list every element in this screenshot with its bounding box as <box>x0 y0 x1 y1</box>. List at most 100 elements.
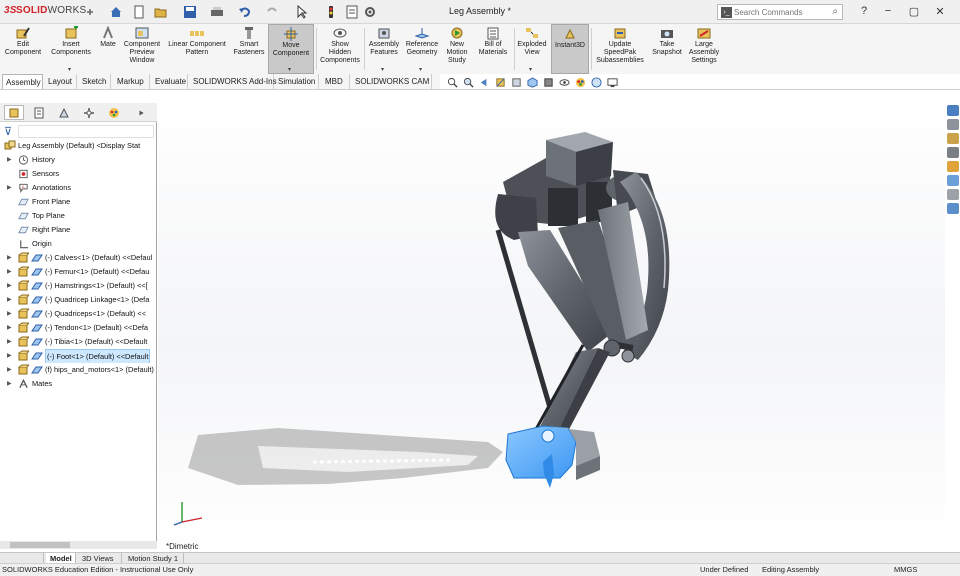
maximize-button[interactable]: ▢ <box>906 3 922 19</box>
expand-arrow-icon[interactable]: ▶ <box>7 363 12 377</box>
panel-horizontal-scrollbar[interactable] <box>0 541 157 549</box>
expand-arrow-icon[interactable]: ▶ <box>7 279 12 293</box>
previous-view-icon[interactable] <box>479 76 490 89</box>
tree-item-right-plane[interactable]: Right Plane <box>0 223 157 237</box>
redo-icon[interactable] <box>264 4 280 20</box>
propertymanager-tab-icon[interactable] <box>29 105 49 120</box>
tree-item-component[interactable]: ▶ (-) Tendon<1> (Default) <<Defa <box>0 321 157 335</box>
tree-item-mates[interactable]: ▶ Mates <box>0 377 157 391</box>
tree-item-front-plane[interactable]: Front Plane <box>0 195 157 209</box>
solidworks-resources-icon[interactable] <box>947 105 959 116</box>
dropdown-arrow-icon[interactable]: ▾ <box>419 66 422 73</box>
tree-item-component[interactable]: ▶ (f) hips_and_motors<1> (Default) <box>0 363 157 377</box>
dropdown-arrow-icon[interactable]: ▾ <box>381 66 384 73</box>
tree-item-component[interactable]: ▶ (-) Quadriceps<1> (Default) << <box>0 307 157 321</box>
view-orientation-icon[interactable] <box>527 76 538 89</box>
file-explorer-icon[interactable] <box>947 133 959 144</box>
task-pane-extra-icon[interactable] <box>947 203 959 214</box>
new-document-icon[interactable] <box>131 4 147 20</box>
search-icon[interactable]: ⌕ <box>832 6 838 17</box>
close-button[interactable]: ✕ <box>932 3 948 19</box>
zoom-to-fit-icon[interactable] <box>447 76 458 89</box>
select-icon[interactable] <box>294 4 310 20</box>
mate-button[interactable]: Mate <box>96 24 120 74</box>
tree-item-sensors[interactable]: Sensors <box>0 167 157 181</box>
tree-item-top-plane[interactable]: Top Plane <box>0 209 157 223</box>
search-input[interactable] <box>734 6 824 18</box>
more-tabs-arrow-icon[interactable] <box>131 105 153 120</box>
view-settings-icon[interactable] <box>607 76 618 89</box>
display-style-icon[interactable] <box>543 76 554 89</box>
expand-arrow-icon[interactable]: ▶ <box>7 293 12 307</box>
appearances-icon[interactable] <box>947 161 959 172</box>
tree-item-component[interactable]: ▶ (-) Tibia<1> (Default) <<Default <box>0 335 157 349</box>
expand-arrow-icon[interactable]: ▶ <box>7 265 12 279</box>
scrollbar-thumb[interactable] <box>10 542 70 548</box>
zoom-to-area-icon[interactable] <box>463 76 474 89</box>
dropdown-arrow-icon[interactable]: ▾ <box>529 66 532 73</box>
undo-icon[interactable] <box>237 4 253 20</box>
expand-arrow-icon[interactable]: ▶ <box>7 321 12 335</box>
tree-item-component[interactable]: ▶ (-) Quadricep Linkage<1> (Defa <box>0 293 157 307</box>
design-library-icon[interactable] <box>947 119 959 130</box>
expand-arrow-icon[interactable]: ▶ <box>7 307 12 321</box>
smart-fasteners-button[interactable]: Smart Fasteners <box>232 24 266 74</box>
update-speedpak-button[interactable]: Update SpeedPak Subassemblies <box>593 24 647 74</box>
file-properties-icon[interactable] <box>344 4 360 20</box>
apply-scene-icon[interactable] <box>591 76 602 89</box>
minimize-button[interactable]: − <box>880 3 896 19</box>
tab-sketch[interactable]: Sketch <box>79 74 111 89</box>
featuremanager-tab-icon[interactable] <box>4 105 24 120</box>
component-preview-window-button[interactable]: Component Preview Window <box>121 24 163 74</box>
tree-filter-input[interactable] <box>18 125 154 138</box>
tab-mbd[interactable]: MBD <box>322 74 350 89</box>
options-icon[interactable] <box>362 4 378 20</box>
hide-show-items-icon[interactable] <box>559 76 570 89</box>
tab-simulation[interactable]: Simulation <box>275 74 319 89</box>
rebuild-icon[interactable] <box>323 4 339 20</box>
solidworks-logo[interactable]: 3SSOLIDWORKS <box>4 5 86 16</box>
displaymanager-tab-icon[interactable] <box>104 105 124 120</box>
print-icon[interactable] <box>209 4 225 20</box>
tree-item-component[interactable]: ▶ (-) Femur<1> (Default) <<Defau <box>0 265 157 279</box>
take-snapshot-button[interactable]: Take Snapshot <box>649 24 685 74</box>
search-commands[interactable]: ›_ ⌕ <box>717 4 843 20</box>
dynamic-annotation-icon[interactable] <box>511 76 522 89</box>
tab-markup[interactable]: Markup <box>114 74 150 89</box>
help-button[interactable]: ? <box>856 3 872 19</box>
filter-icon[interactable]: ⊽ <box>4 125 12 138</box>
expand-arrow-icon[interactable]: ▶ <box>7 377 12 391</box>
tree-item-component[interactable]: ▶ (-) Calves<1> (Default) <<Defaul <box>0 251 157 265</box>
tree-item-component[interactable]: ▶ (-) Hamstrings<1> (Default) <<[ <box>0 279 157 293</box>
new-motion-study-button[interactable]: New Motion Study <box>442 24 472 74</box>
status-units[interactable]: MMGS <box>894 564 917 576</box>
edit-component-button[interactable]: Edit Component <box>4 24 42 74</box>
tab-solidworks-add-ins[interactable]: SOLIDWORKS Add-Ins <box>190 74 277 89</box>
custom-properties-icon[interactable] <box>947 175 959 186</box>
expand-arrow-icon[interactable]: ▶ <box>7 349 12 363</box>
pin-icon[interactable] <box>82 4 98 20</box>
edit-appearance-icon[interactable] <box>575 76 586 89</box>
show-hidden-components-button[interactable]: Show Hidden Components <box>318 24 362 74</box>
dropdown-arrow-icon[interactable]: ▾ <box>288 66 291 73</box>
tree-item-component[interactable]: ▶ (-) Foot<1> (Default) <<Default <box>0 349 157 363</box>
expand-arrow-icon[interactable]: ▶ <box>7 153 12 167</box>
home-icon[interactable] <box>108 4 124 20</box>
expand-arrow-icon[interactable]: ▶ <box>7 181 12 195</box>
tab-assembly[interactable]: Assembly <box>2 74 43 89</box>
view-palette-icon[interactable] <box>947 147 959 158</box>
tree-root[interactable]: Leg Assembly (Default) <Display Stat <box>0 139 157 153</box>
expand-arrow-icon[interactable]: ▶ <box>7 335 12 349</box>
tab-solidworks-cam[interactable]: SOLIDWORKS CAM <box>352 74 432 89</box>
large-assembly-settings-button[interactable]: Large Assembly Settings <box>686 24 722 74</box>
tab-evaluate[interactable]: Evaluate <box>152 74 188 89</box>
tree-item-origin[interactable]: Origin <box>0 237 157 251</box>
save-icon[interactable] <box>182 4 198 20</box>
reference-triad[interactable] <box>170 496 210 526</box>
instant3d-button[interactable]: Instant3D <box>551 24 589 74</box>
open-icon[interactable] <box>153 4 169 20</box>
tree-item-history[interactable]: ▶ History <box>0 153 157 167</box>
tab-layout[interactable]: Layout <box>45 74 77 89</box>
graphics-area[interactable] <box>158 90 945 552</box>
dimxpertmanager-tab-icon[interactable] <box>79 105 99 120</box>
